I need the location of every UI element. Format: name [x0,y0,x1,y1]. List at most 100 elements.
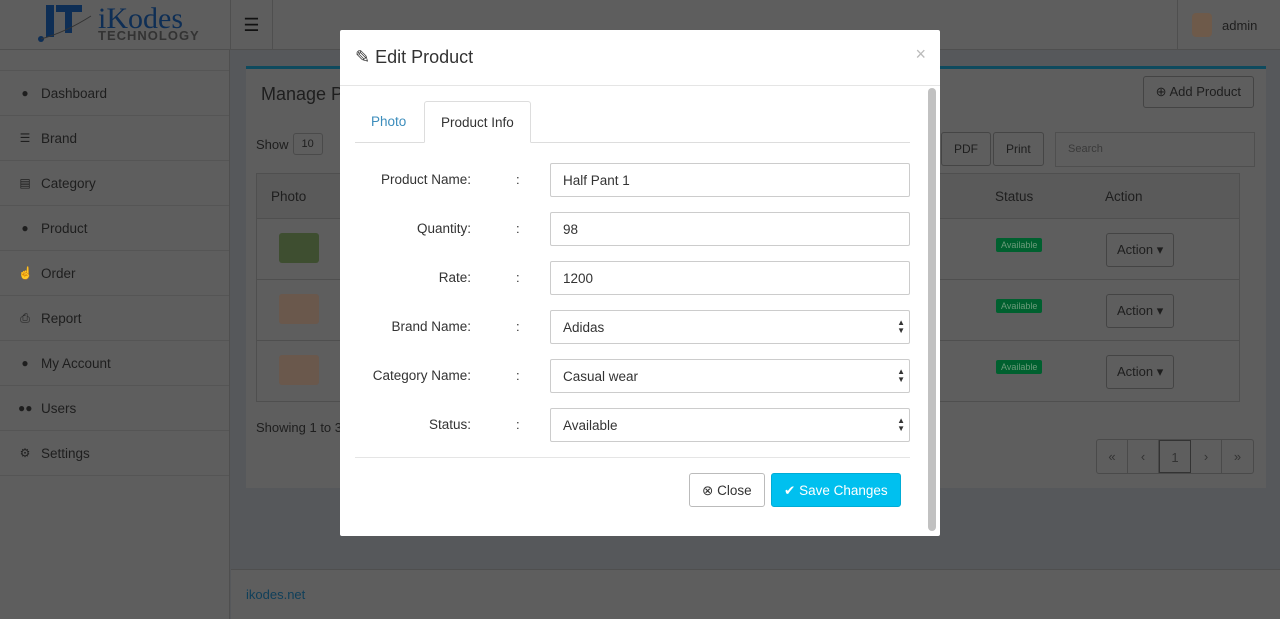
rate-input[interactable]: 1200 [550,261,910,295]
field-label: Brand Name: [391,319,471,334]
action-dropdown-button[interactable]: Action ▾ [1106,355,1175,389]
sidebar-item-label: Report [41,310,82,326]
rate-row: Rate:: 1200 [340,261,940,295]
user-name: admin [1222,17,1258,33]
prev-page-button[interactable]: ‹ [1128,440,1159,473]
colon: : [516,221,520,236]
search-input[interactable]: Search [1055,132,1255,167]
colon: : [516,270,520,285]
thumbs-up-icon: ☝ [18,266,33,280]
sidebar-item-label: Dashboard [41,85,108,101]
sidebar-item-report[interactable]: ⎙ Report [0,296,229,341]
action-dropdown-button[interactable]: Action ▾ [1106,294,1175,328]
user-icon: ● [21,86,29,100]
field-label: Category Name: [372,368,471,383]
sidebar-item-product[interactable]: ● Product [0,206,229,251]
tab-product-info[interactable]: Product Info [424,101,531,143]
column-photo[interactable]: Photo [271,189,306,204]
pdf-button[interactable]: PDF [941,132,991,166]
sidebar-item-label: Settings [41,445,90,461]
field-label: Product Name: [380,172,471,187]
users-icon: ●● [18,401,33,415]
modal-footer-divider [355,457,910,458]
modal-title: Edit Product [375,47,474,67]
modal-tabs: Photo Product Info [355,101,910,143]
status-badge: Available [996,299,1043,313]
table-info: Showing 1 to 3 [256,420,343,435]
colon: : [516,319,520,334]
colon: : [516,172,520,187]
footer: ikodes.net [231,569,1280,619]
sidebar-item-dashboard[interactable]: ● Dashboard [0,71,229,116]
page-title: Manage Pr [261,84,350,104]
product-name-input[interactable]: Half Pant 1 [550,163,910,197]
brand-row: Brand Name:: Adidas ▲ ▼ [340,310,940,344]
sidebar-item-category[interactable]: ▤ Category [0,161,229,206]
column-status[interactable]: Status [995,189,1033,204]
quantity-input[interactable]: 98 [550,212,910,246]
colon: : [516,368,520,383]
product-photo [279,294,319,324]
cogs-icon: ⚙ [19,446,31,460]
status-row: Status:: Available ▲ ▼ [340,408,940,442]
user-menu[interactable]: admin [1177,0,1280,50]
brand-select[interactable]: Adidas ▲ ▼ [550,310,910,344]
user-icon: ● [21,356,29,370]
logo-mark-icon [38,5,92,42]
field-label: Rate: [438,270,471,285]
plus-circle-icon: ⊕ [1155,84,1167,99]
close-button[interactable]: ⊗ Close [689,473,765,507]
bars-icon: ☰ [19,131,31,145]
close-icon[interactable]: × [915,44,926,65]
next-page-button[interactable]: › [1191,440,1222,473]
save-changes-button[interactable]: ✔ Save Changes [771,473,901,507]
sidebar-item-label: Category [41,175,96,191]
avatar [1192,13,1212,37]
close-circle-icon: ⊗ [702,483,714,498]
sidebar-item-label: Brand [41,130,78,146]
sidebar-item-order[interactable]: ☝ Order [0,251,229,296]
sidebar-item-brand[interactable]: ☰ Brand [0,116,229,161]
status-badge: Available [996,360,1043,374]
logo[interactable]: iKodes TECHNOLOGY [36,2,199,46]
sidebar-item-label: Order [41,265,76,281]
sidebar-item-users[interactable]: ●● Users [0,386,229,431]
action-dropdown-button[interactable]: Action ▾ [1106,233,1175,267]
logo-subtext: TECHNOLOGY [98,28,200,43]
category-row: Category Name:: Casual wear ▲ ▼ [340,359,940,393]
print-button[interactable]: Print [993,132,1044,166]
select-arrows-icon: ▲ ▼ [897,367,905,384]
page-length-select[interactable]: 10 [292,133,323,155]
tab-photo[interactable]: Photo [355,101,422,143]
product-photo [279,233,319,263]
sidebar-item-settings[interactable]: ⚙ Settings [0,431,229,476]
sidebar-item-label: My Account [41,355,111,371]
field-label: Status: [428,417,471,432]
field-label: Quantity: [416,221,471,236]
category-select[interactable]: Casual wear ▲ ▼ [550,359,910,393]
menu-toggle-icon[interactable]: ☰ [230,0,273,50]
show-label: Show [256,136,289,152]
edit-icon: ✎ [355,47,371,67]
page-1-button[interactable]: 1 [1159,440,1191,473]
check-circle-icon: ✔ [784,483,796,498]
first-page-button[interactable]: « [1097,440,1128,473]
column-action[interactable]: Action [1105,189,1143,204]
pagination: «‹ 1 ›» [1096,439,1254,474]
footer-link[interactable]: ikodes.net [246,587,305,602]
sidebar-item-label: Users [41,400,77,416]
list-alt-icon: ▤ [19,176,31,190]
status-select[interactable]: Available ▲ ▼ [550,408,910,442]
modal-scrollbar[interactable] [928,88,936,531]
sidebar: ● Dashboard ☰ Brand ▤ Category ● Product ☝ Or… [0,50,230,619]
last-page-button[interactable]: » [1222,440,1253,473]
sidebar-item-label: Product [41,220,88,236]
user-icon: ● [21,221,29,235]
select-arrows-icon: ▲ ▼ [897,416,905,433]
edit-product-modal: ✎ Edit Product × Photo Product Info Produ… [340,30,940,536]
add-product-button[interactable]: ⊕ Add Product [1142,76,1254,108]
modal-header: ✎ Edit Product × [340,30,940,86]
quantity-row: Quantity:: 98 [340,212,940,246]
colon: : [516,417,520,432]
sidebar-item-my-account[interactable]: ● My Account [0,341,229,386]
